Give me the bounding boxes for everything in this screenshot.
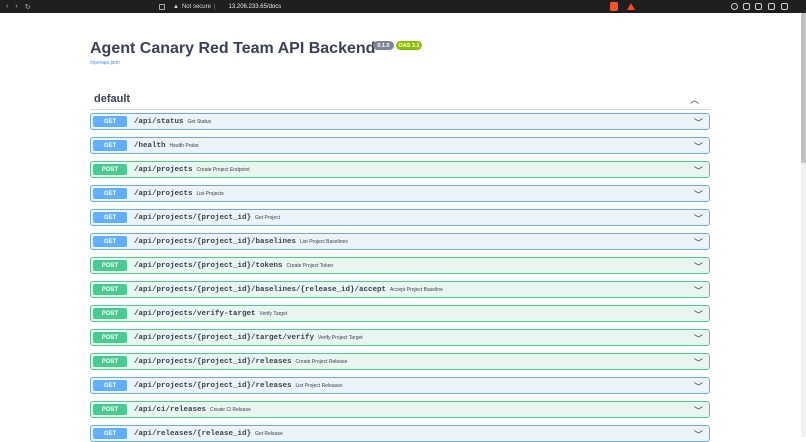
chevron-down-icon[interactable]: ﹀ (694, 164, 703, 177)
operation-path: /health (134, 141, 166, 150)
operation-path: /api/projects/{project_id}/tokens (134, 261, 283, 270)
chevron-down-icon[interactable]: ﹀ (694, 212, 703, 225)
url-text[interactable]: 13.206.233.65/docs (229, 4, 282, 10)
operation-path: /api/releases/{release_id} (134, 429, 252, 438)
openapi-link[interactable]: /openapi.json (90, 60, 120, 66)
oas-badge: OAS 3.1 (396, 41, 422, 50)
operation-row[interactable]: POST/api/projects Create Project Endpoint… (90, 161, 710, 178)
operation-row[interactable]: GET/api/projects/{project_id}/baselines L… (90, 233, 710, 250)
operation-summary: List Projects (196, 190, 224, 197)
page-title: Agent Canary Red Team API Backend (90, 40, 376, 57)
chevron-down-icon[interactable]: ﹀ (694, 284, 703, 297)
operation-row[interactable]: POST/api/projects/verify-target Verify Ta… (90, 305, 710, 322)
chevron-down-icon[interactable]: ﹀ (694, 404, 703, 417)
operation-summary: Health Probe (169, 142, 199, 149)
method-badge: POST (93, 308, 127, 319)
method-badge: POST (93, 404, 127, 415)
version-badge: 0.1.0 (373, 41, 394, 50)
chevron-down-icon[interactable]: ﹀ (694, 116, 703, 129)
operation-summary: Verify Project Target (318, 334, 363, 341)
method-badge: GET (93, 236, 127, 247)
operation-summary: Create Project Release (295, 358, 348, 365)
operation-row[interactable]: POST/api/projects/{project_id}/tokens Cre… (90, 257, 710, 274)
operation-row[interactable]: GET/api/projects List Projects ﹀ (90, 185, 710, 202)
method-badge: GET (93, 428, 127, 439)
back-icon[interactable]: ‹ (6, 3, 8, 11)
operation-path: /api/projects/{project_id}/target/verify (134, 333, 315, 342)
method-badge: POST (93, 164, 127, 175)
operation-path: /api/projects/{project_id}/releases (134, 381, 292, 390)
operation-summary: Get Project (255, 214, 281, 221)
method-badge: GET (93, 140, 127, 151)
theme-icon[interactable] (731, 3, 738, 10)
brave-rewards-icon[interactable] (627, 3, 635, 10)
method-badge: POST (93, 332, 127, 343)
section-default[interactable]: default ︿ (90, 92, 711, 110)
browser-nav: ‹ › ↻ (6, 3, 156, 11)
operation-summary: Get Status (187, 118, 212, 125)
operation-summary: Accept Project Baseline (390, 286, 443, 293)
operation-row[interactable]: GET/api/projects/{project_id}/releases Li… (90, 377, 710, 394)
chevron-down-icon[interactable]: ﹀ (694, 380, 703, 393)
tab-icon[interactable] (159, 3, 165, 10)
method-badge: GET (93, 188, 127, 199)
method-badge: GET (93, 380, 127, 391)
method-badge: GET (93, 116, 127, 127)
method-badge: GET (93, 212, 127, 223)
operation-summary: Get Release (255, 430, 283, 437)
separator: | (213, 3, 216, 10)
method-badge: POST (93, 260, 127, 271)
sidebar-icon[interactable] (755, 3, 762, 10)
operation-path: /api/ci/releases (134, 405, 207, 414)
operation-row[interactable]: GET/health Health Probe ﹀ (90, 137, 710, 154)
operation-summary: Create Project Token (286, 262, 334, 269)
operation-path: /api/projects/{project_id} (134, 213, 252, 222)
operation-summary: Create Ci Release (210, 406, 251, 413)
forward-icon[interactable]: › (15, 3, 17, 11)
operation-row[interactable]: GET/api/projects/{project_id} Get Project… (90, 209, 710, 226)
operation-path: /api/status (134, 117, 184, 126)
operation-row[interactable]: GET/api/releases/{release_id} Get Release… (90, 425, 710, 442)
operation-path: /api/projects/{project_id}/baselines/{re… (134, 285, 387, 294)
address-bar[interactable]: ▲ Not secure | 13.206.233.65/docs (173, 4, 281, 10)
chevron-down-icon[interactable]: ﹀ (694, 332, 703, 345)
operation-path: /api/projects/verify-target (134, 309, 256, 318)
operation-row[interactable]: POST/api/projects/{project_id}/releases C… (90, 353, 710, 370)
section-label: default (94, 93, 131, 105)
chevron-down-icon[interactable]: ﹀ (694, 308, 703, 321)
chevron-down-icon[interactable]: ﹀ (694, 188, 703, 201)
operation-path: /api/projects (134, 189, 193, 198)
operation-path: /api/projects (134, 165, 193, 174)
operation-row[interactable]: POST/api/projects/{project_id}/baselines… (90, 281, 710, 298)
operation-row[interactable]: POST/api/projects/{project_id}/target/ve… (90, 329, 710, 346)
reload-icon[interactable]: ↻ (25, 3, 31, 11)
operation-path: /api/projects/{project_id}/releases (134, 357, 292, 366)
extensions-icon[interactable] (743, 3, 750, 10)
chevron-down-icon[interactable]: ﹀ (694, 428, 703, 441)
method-badge: POST (93, 284, 127, 295)
operation-summary: List Project Releases (295, 382, 343, 389)
operation-path: /api/projects/{project_id}/baselines (134, 237, 297, 246)
operation-row[interactable]: GET/api/status Get Status ﹀ (90, 113, 710, 130)
security-label: Not secure (181, 3, 211, 10)
menu-icon[interactable] (781, 3, 788, 10)
operation-summary: List Project Baselines (300, 238, 348, 245)
chevron-down-icon[interactable]: ﹀ (694, 356, 703, 369)
chevron-down-icon[interactable]: ﹀ (694, 140, 703, 153)
operation-row[interactable]: POST/api/ci/releases Create Ci Release ﹀ (90, 401, 710, 418)
wallet-icon[interactable] (768, 3, 775, 10)
chevron-up-icon[interactable]: ︿ (690, 93, 699, 106)
chevron-down-icon[interactable]: ﹀ (694, 236, 703, 249)
brave-shield-icon[interactable] (610, 2, 618, 11)
operation-summary: Create Project Endpoint (196, 166, 250, 173)
method-badge: POST (93, 356, 127, 367)
chevron-down-icon[interactable]: ﹀ (694, 260, 703, 273)
scrollbar-thumb[interactable] (801, 13, 806, 163)
browser-toolbar: ‹ › ↻ ▲ Not secure | 13.206.233.65/docs (0, 0, 806, 13)
operation-summary: Verify Target (259, 310, 288, 317)
warning-icon: ▲ (173, 3, 179, 10)
